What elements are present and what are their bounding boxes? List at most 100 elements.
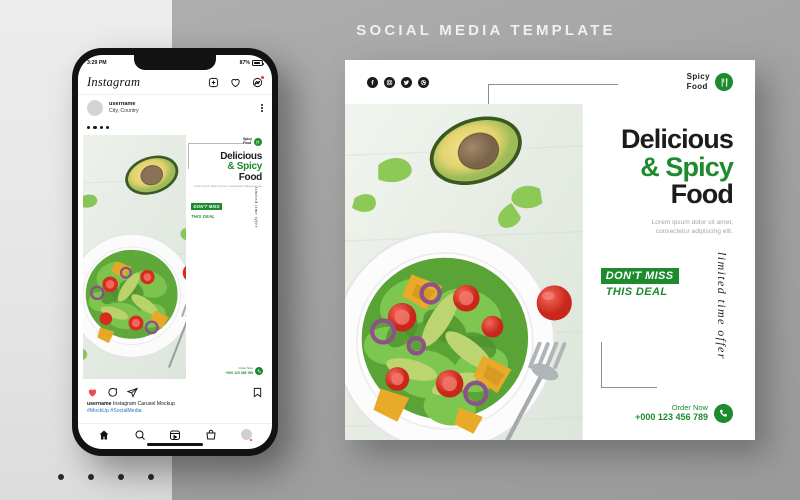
poster-brand-line2: Food [686,82,708,91]
poster-brand-line1: Spicy [686,72,710,82]
instagram-icon[interactable] [384,76,395,88]
phone-icon [254,367,263,375]
post-author: username City, Country [109,101,255,114]
status-time: 3:29 PM [87,60,107,66]
pagination-dot[interactable] [58,474,64,480]
home-indicator [147,443,203,446]
mini-script-text: limited time offer [253,187,259,229]
screenshot-stage: SOCIAL MEDIA TEMPLATE 3:29 PM 87% Instag… [0,0,800,500]
twitter-icon[interactable] [401,76,412,88]
mini-order-phone: +000 123 456 789 [225,370,253,375]
post-location[interactable]: City, Country [109,108,255,115]
poster-badge-line1: DON'T MISS [600,268,679,284]
mini-brand-text: Spicy Food [242,137,252,146]
poster-subtext: Lorem ipsum dolor sit amet, consectetur … [601,218,733,238]
post-username[interactable]: username [109,101,255,108]
poster-headline-1: Delicious [621,124,734,154]
heart-filled-icon[interactable] [87,387,98,398]
phone-mockup: 3:29 PM 87% Instagram username City, Cou… [72,48,278,456]
carousel-dot [87,126,91,130]
heart-icon[interactable] [230,77,241,88]
battery-percent: 87% [239,60,250,66]
search-icon[interactable] [134,429,146,441]
pagination-dots[interactable] [58,474,154,480]
instagram-header: Instagram [78,71,272,95]
share-icon[interactable] [127,387,138,398]
phone-notch [134,55,216,70]
poster-header: Spicy Food [345,60,755,124]
mini-headline-3: Food [238,171,263,183]
notification-badge [260,75,265,80]
page-title: SOCIAL MEDIA TEMPLATE [356,22,616,39]
poster-order-block: Order Now +000 123 456 789 [635,403,733,424]
comment-icon[interactable] [107,387,118,398]
poster-order-text: Order Now +000 123 456 789 [635,403,708,424]
status-right: 87% [239,60,264,66]
fork-knife-icon [715,73,733,91]
mini-flyer: Spicy Food Delicious & Spicy Food Lorem … [83,135,267,379]
poster-order-label: Order Now [671,402,708,412]
plus-square-icon[interactable] [208,77,219,88]
post-header: username City, Country [78,95,272,121]
mini-badge-line1: DON'T MISS [191,203,223,211]
pagination-dot[interactable] [148,474,154,480]
instagram-logo: Instagram [87,75,141,89]
mini-corner-rule [188,143,245,169]
poster-headline-2: & Spicy [640,151,734,182]
carousel-dot [106,126,110,130]
poster-brand-logo: Spicy Food [687,72,733,91]
pagination-dot[interactable] [88,474,94,480]
poster-deal-badge: DON'T MISS THIS DEAL [600,266,679,298]
bookmark-icon[interactable] [252,387,263,398]
mini-badge-line2: THIS DEAL [191,214,215,220]
carousel-dot [99,126,103,130]
poster-body: Delicious & Spicy Food Lorem ipsum dolor… [345,104,755,440]
mini-brand-logo: Spicy Food [242,137,262,146]
poster-subtext-line2: consectetur adipiscing elit. [655,228,733,236]
social-icons [367,76,429,88]
mini-order-block: Order Now +000 123 456 789 [226,367,263,375]
poster-order-phone: +000 123 456 789 [635,412,708,423]
avatar[interactable] [87,100,103,116]
fork-knife-icon [253,138,262,146]
facebook-icon[interactable] [367,76,378,88]
poster-script-text: limited time offer [714,252,729,360]
phone-screen: 3:29 PM 87% Instagram username City, Cou… [78,55,272,449]
pagination-dot[interactable] [118,474,124,480]
poster-food-photo [345,104,583,440]
caption-text: Instagram Carusel Mockup [112,401,175,407]
salad-photo-large [345,104,583,440]
mini-deal-badge: DON'T MISS THIS DEAL [191,195,262,219]
mini-subtext: Lorem ipsum dolor sit amet, consectetur … [193,184,262,189]
dribbble-icon[interactable] [418,76,429,88]
carousel-indicator [87,126,110,130]
salad-photo-small [83,135,187,379]
mini-food-photo [83,135,187,379]
battery-icon [252,60,264,66]
phone-icon [713,403,733,423]
home-icon[interactable] [98,429,110,441]
mini-brand-line2: Food [242,141,252,145]
caption-hashtags[interactable]: #MockUp #SocialMedia [87,408,263,415]
caption-username[interactable]: username [87,401,112,407]
carousel-dot [93,126,97,130]
poster-content: Delicious & Spicy Food Lorem ipsum dolor… [583,104,755,440]
poster-corner-accent [600,342,657,388]
poster-headline-3: Food [670,179,734,210]
instagram-actions [208,75,265,88]
mini-flyer-content: Spicy Food Delicious & Spicy Food Lorem … [186,135,267,379]
poster-subtext-line1: Lorem ipsum dolor sit amet, [651,218,733,226]
post-menu-icon[interactable] [261,104,263,112]
caption-line: username Instagram Carusel Mockup [87,401,263,408]
poster-headline: Delicious & Spicy Food [601,124,734,210]
poster-badge-line2: THIS DEAL [605,286,668,298]
post-media[interactable]: Spicy Food Delicious & Spicy Food Lorem … [78,121,272,384]
mini-order-text: Order Now +000 123 456 789 [226,367,253,375]
profile-avatar[interactable] [241,429,253,441]
post-actions [78,384,272,401]
shop-icon[interactable] [205,429,217,441]
poster-brand-text: Spicy Food [687,72,710,91]
poster-mockup: Spicy Food Delicious & Spicy Food Lorem … [345,60,755,440]
messenger-icon[interactable] [252,75,265,88]
reels-icon[interactable] [169,429,181,441]
